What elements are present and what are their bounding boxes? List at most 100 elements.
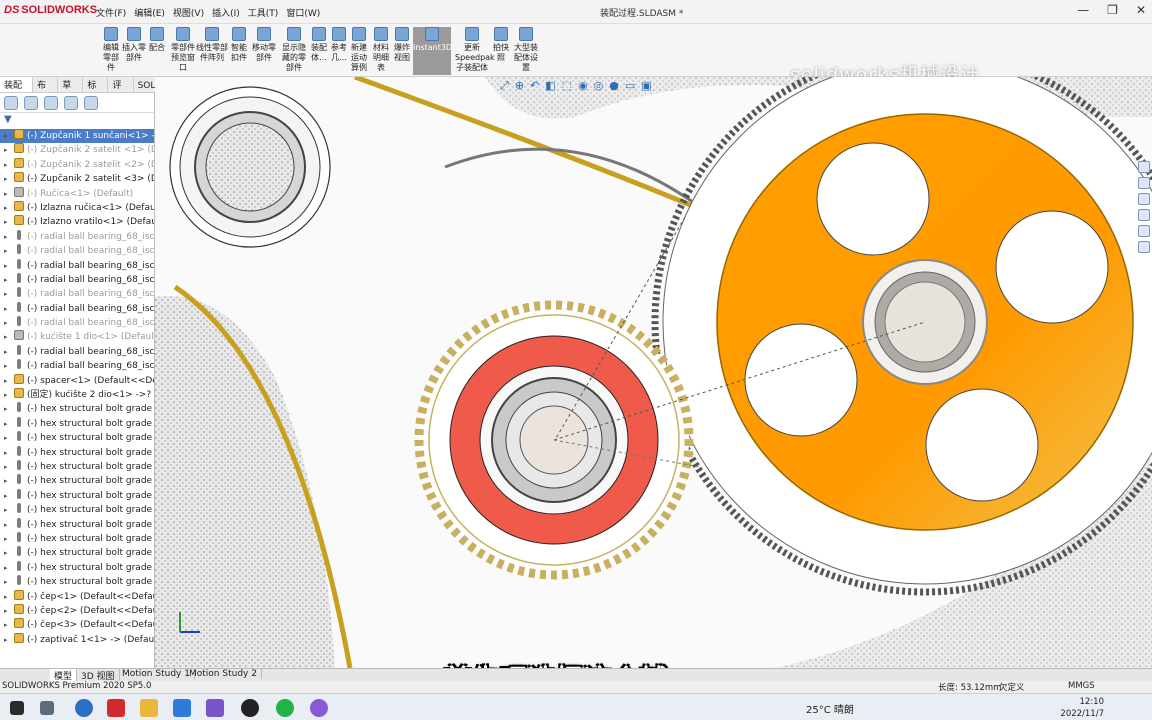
feature-tree-item[interactable]: ▸ (-) kućište 1 dio<1> (Default	[0, 330, 154, 344]
ribbon-button[interactable]: 插入零部件	[122, 27, 146, 75]
feature-tree-item[interactable]: ▸ (-) hex structural bolt grade	[0, 474, 154, 488]
ribbon-button[interactable]: 拍快照	[490, 27, 512, 75]
section-view-icon[interactable]: ◧	[545, 79, 555, 93]
feature-tree-item[interactable]: ▸ (-) čep<3> (Default<<Defau	[0, 618, 154, 632]
expand-arrow-icon[interactable]: ▸	[4, 417, 14, 431]
file-explorer-icon[interactable]	[1138, 193, 1150, 205]
feature-tree-item[interactable]: ▸ (-) hex structural bolt grade	[0, 416, 154, 431]
feature-tree-item[interactable]: ▸ (固定) kućište 2 dio<1> ->? (	[0, 388, 154, 402]
feature-tree-item[interactable]: ▸ (-) spacer<1> (Default<<De	[0, 373, 154, 388]
expand-arrow-icon[interactable]: ▸	[4, 302, 14, 316]
task-view-icon[interactable]	[40, 701, 54, 715]
expand-arrow-icon[interactable]: ▸	[4, 345, 14, 359]
ribbon-button[interactable]: 装配体...	[308, 27, 330, 75]
feature-tree-item[interactable]: ▸ (-) Zupčanik 2 satelit <1> (D	[0, 143, 154, 157]
ribbon-button[interactable]: 材料明细表	[370, 27, 392, 75]
feature-tree-item[interactable]: ▸ (-) Zupčanik 1 sunčani<1> -	[0, 129, 154, 144]
feature-tree-item[interactable]: ▸ (-) radial ball bearing_68_isc	[0, 244, 154, 258]
expand-arrow-icon[interactable]: ▸	[4, 503, 14, 517]
feature-tree-item[interactable]: ▸ (-) radial ball bearing_68_isc	[0, 301, 154, 316]
file-explorer-icon[interactable]	[140, 699, 158, 717]
minimize-icon[interactable]: —	[1077, 3, 1089, 17]
expand-arrow-icon[interactable]: ▸	[4, 532, 14, 546]
expand-arrow-icon[interactable]: ▸	[4, 518, 14, 532]
expand-arrow-icon[interactable]: ▸	[4, 489, 14, 503]
expand-arrow-icon[interactable]: ▸	[4, 330, 14, 344]
expand-arrow-icon[interactable]: ▸	[4, 201, 14, 215]
appearances-icon[interactable]	[1138, 225, 1150, 237]
zoom-to-fit-icon[interactable]: ⤢	[500, 79, 509, 93]
expand-arrow-icon[interactable]: ▸	[4, 374, 14, 388]
dimxpert-icon[interactable]	[64, 96, 78, 110]
feature-tree-item[interactable]: ▸ (-) hex structural bolt grade	[0, 531, 154, 546]
menu-item[interactable]: 文件(F)	[96, 6, 126, 19]
menu-item[interactable]: 窗口(W)	[286, 6, 320, 19]
wechat-icon[interactable]	[276, 699, 294, 717]
expand-arrow-icon[interactable]: ▸	[4, 230, 14, 244]
ribbon-button[interactable]: 新建运动算例	[348, 27, 370, 75]
command-tab[interactable]: 布局	[33, 77, 59, 104]
expand-arrow-icon[interactable]: ▸	[4, 215, 14, 229]
expand-arrow-icon[interactable]: ▸	[4, 129, 14, 143]
feature-tree-item[interactable]: ▸ (-) hex structural bolt grade	[0, 560, 154, 575]
feature-tree-item[interactable]: ▸ (-) hex structural bolt grade	[0, 459, 154, 474]
filter-icon[interactable]: ▼	[0, 113, 154, 129]
paint-icon[interactable]	[206, 699, 224, 717]
feature-tree-item[interactable]: ▸ (-) zaptivač 1<1> -> (Defau	[0, 632, 154, 647]
unit-system[interactable]: MMGS	[1068, 681, 1095, 691]
model-tab[interactable]: Motion Study 1	[118, 669, 195, 679]
display-manager-icon[interactable]	[84, 96, 98, 110]
command-tab[interactable]: 草图	[58, 77, 84, 104]
menu-item[interactable]: 工具(T)	[248, 6, 279, 19]
view-orientation-icon[interactable]: ⬚	[562, 79, 572, 93]
close-icon[interactable]: ✕	[1136, 3, 1146, 17]
home-icon[interactable]	[1138, 161, 1150, 173]
ribbon-button[interactable]: Instant3D	[413, 27, 452, 75]
solidworks-taskbar-icon[interactable]	[107, 699, 125, 717]
property-manager-icon[interactable]	[24, 96, 38, 110]
feature-tree-item[interactable]: ▸ (-) Izlazna ručica<1> (Defau	[0, 200, 154, 215]
ribbon-button[interactable]: 智能扣件	[228, 27, 250, 75]
menu-item[interactable]: 视图(V)	[173, 6, 204, 19]
solidworks-logo[interactable]: DS SOLIDWORKS	[4, 4, 97, 16]
expand-arrow-icon[interactable]: ▸	[4, 431, 14, 445]
appearance-icon[interactable]: ●	[609, 79, 619, 93]
system-clock[interactable]: 12:10 2022/11/7	[1060, 696, 1104, 720]
edge-icon[interactable]	[75, 699, 93, 717]
design-library-icon[interactable]	[1138, 177, 1150, 189]
expand-arrow-icon[interactable]: ▸	[4, 259, 14, 273]
expand-arrow-icon[interactable]: ▸	[4, 460, 14, 474]
expand-arrow-icon[interactable]: ▸	[4, 359, 14, 373]
feature-tree-item[interactable]: ▸ (-) Izlazno vratilo<1> (Defau	[0, 215, 154, 229]
view-palette-icon[interactable]	[1138, 209, 1150, 221]
expand-arrow-icon[interactable]: ▸	[4, 158, 14, 172]
hide-show-icon[interactable]: ◎	[594, 79, 604, 93]
feature-tree-item[interactable]: ▸ (-) radial ball bearing_68_isc	[0, 287, 154, 301]
previous-view-icon[interactable]: ↶	[530, 79, 539, 93]
ribbon-button[interactable]: 编辑零部件	[100, 27, 122, 75]
feature-tree-item[interactable]: ▸ (-) čep<1> (Default<<Defau	[0, 589, 154, 604]
scene-icon[interactable]: ▭	[625, 79, 635, 93]
feature-tree-item[interactable]: ▸ (-) radial ball bearing_68_isc	[0, 258, 154, 273]
media-icon[interactable]	[310, 699, 328, 717]
feature-tree-item[interactable]: ▸ (-) radial ball bearing_68_isc	[0, 272, 154, 287]
feature-tree-item[interactable]: ▸ (-) radial ball bearing_68_isc	[0, 344, 154, 359]
expand-arrow-icon[interactable]: ▸	[4, 187, 14, 201]
configuration-icon[interactable]	[44, 96, 58, 110]
expand-arrow-icon[interactable]: ▸	[4, 561, 14, 575]
custom-properties-icon[interactable]	[1138, 241, 1150, 253]
restore-icon[interactable]: ❐	[1107, 3, 1118, 17]
feature-tree-item[interactable]: ▸ (-) radial ball bearing_68_isc	[0, 316, 154, 330]
zoom-area-icon[interactable]: ⊕	[515, 79, 524, 93]
model-tab[interactable]: Motion Study 2	[185, 669, 262, 679]
ribbon-button[interactable]: 大型装配体设置	[512, 27, 540, 75]
expand-arrow-icon[interactable]: ▸	[4, 172, 14, 186]
expand-arrow-icon[interactable]: ▸	[4, 590, 14, 604]
expand-arrow-icon[interactable]: ▸	[4, 446, 14, 460]
expand-arrow-icon[interactable]: ▸	[4, 143, 14, 157]
feature-tree-item[interactable]: ▸ (-) hex structural bolt grade	[0, 445, 154, 460]
command-tab[interactable]: 装配体	[0, 77, 34, 104]
ribbon-button[interactable]: 更新Speedpak子装配体	[455, 27, 495, 75]
expand-arrow-icon[interactable]: ▸	[4, 546, 14, 560]
feature-tree-item[interactable]: ▸ (-) radial ball bearing_68_isc	[0, 359, 154, 373]
